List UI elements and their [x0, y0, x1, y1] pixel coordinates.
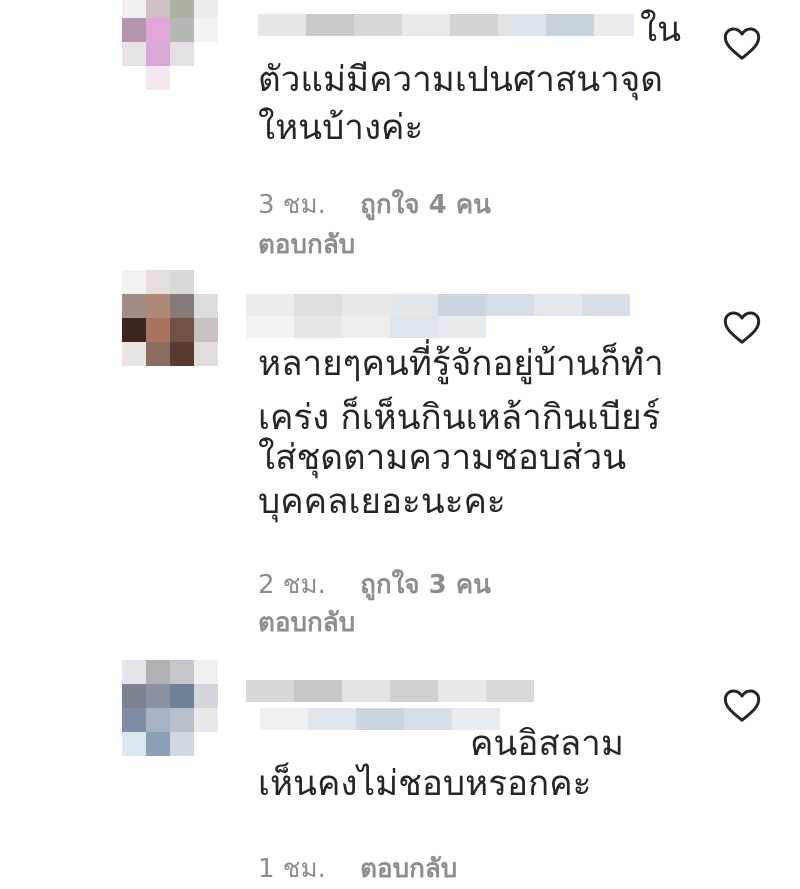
avatar-pixel — [122, 684, 146, 708]
avatar-pixel — [122, 42, 146, 66]
heart-icon[interactable] — [722, 686, 762, 726]
heart-icon[interactable] — [722, 308, 762, 348]
comment-text-line: เห็นคงไม่ชอบหรอกคะ — [258, 764, 592, 804]
avatar-pixel — [170, 708, 194, 732]
avatar-pixel — [194, 0, 218, 18]
avatar-pixel — [122, 342, 146, 366]
blurred-username[interactable] — [246, 680, 534, 702]
avatar-pixel — [194, 270, 218, 294]
avatar-pixel — [170, 732, 194, 756]
avatar-pixel — [146, 42, 170, 66]
avatar-pixel — [194, 708, 218, 732]
avatar-pixel — [146, 732, 170, 756]
avatar-pixel — [146, 342, 170, 366]
reply-button[interactable]: ตอบกลับ — [258, 602, 355, 643]
blurred-username[interactable] — [246, 294, 630, 316]
avatar-pixel — [146, 708, 170, 732]
comment-time: 2 ชม. — [258, 570, 326, 600]
comment-text-line: เคร่ง ก็เห็นกินเหล้ากินเบียร์ — [258, 398, 661, 438]
avatar-pixel — [194, 18, 218, 42]
heart-icon[interactable] — [722, 24, 762, 64]
comment-meta: 3 ชม. ถูกใจ 4 คน — [258, 184, 491, 225]
blurred-username[interactable] — [246, 316, 486, 338]
comment-text-line: ตัวแม่มีความเปนศาสนาจุด — [258, 60, 664, 100]
avatar-pixel — [194, 732, 218, 756]
comment-text-line: บุคคลเยอะนะคะ — [258, 482, 506, 522]
avatar-pixel — [170, 294, 194, 318]
avatar-pixel — [146, 270, 170, 294]
avatar-pixel — [122, 66, 146, 90]
avatar-pixel — [194, 66, 218, 90]
avatar-pixel — [122, 708, 146, 732]
avatar-pixel — [146, 0, 170, 18]
avatar-pixel — [170, 660, 194, 684]
comment-meta: 2 ชม. ถูกใจ 3 คน — [258, 564, 491, 605]
avatar-pixel — [194, 294, 218, 318]
avatar-pixel — [146, 684, 170, 708]
avatar-pixel — [194, 42, 218, 66]
avatar-pixel — [122, 294, 146, 318]
avatar-pixel — [194, 342, 218, 366]
comment-text-line: ใหนบ้างค่ะ — [258, 108, 424, 148]
avatar[interactable] — [122, 660, 218, 756]
comment-likes[interactable]: ถูกใจ 3 คน — [360, 570, 491, 600]
avatar[interactable] — [122, 0, 218, 90]
avatar-pixel — [170, 684, 194, 708]
comment-text-prefix: ใน — [640, 10, 682, 50]
avatar-pixel — [194, 660, 218, 684]
comment-time: 3 ชม. — [258, 190, 326, 220]
reply-button[interactable]: ตอบกลับ — [360, 854, 457, 884]
avatar-pixel — [122, 732, 146, 756]
avatar-pixel — [122, 0, 146, 18]
comment-likes[interactable]: ถูกใจ 4 คน — [360, 190, 491, 220]
avatar-pixel — [170, 342, 194, 366]
avatar-pixel — [122, 660, 146, 684]
comment-time: 1 ชม. — [258, 854, 326, 884]
avatar-pixel — [146, 66, 170, 90]
blurred-username[interactable] — [258, 14, 634, 36]
blurred-username[interactable] — [260, 708, 500, 730]
avatar-pixel — [122, 18, 146, 42]
avatar-pixel — [170, 0, 194, 18]
avatar-pixel — [170, 318, 194, 342]
avatar-pixel — [146, 318, 170, 342]
avatar-pixel — [170, 42, 194, 66]
comment-text-prefix: คนอิสลาม — [470, 724, 624, 764]
avatar-pixel — [122, 318, 146, 342]
avatar-pixel — [170, 270, 194, 294]
avatar-pixel — [170, 66, 194, 90]
comment-text-line: ใส่ชุดตามความชอบส่วน — [258, 438, 627, 478]
avatar-pixel — [122, 270, 146, 294]
avatar-pixel — [194, 318, 218, 342]
avatar-pixel — [146, 660, 170, 684]
reply-button[interactable]: ตอบกลับ — [258, 224, 355, 265]
avatar-pixel — [146, 294, 170, 318]
avatar-pixel — [170, 18, 194, 42]
avatar-pixel — [146, 18, 170, 42]
avatar[interactable] — [122, 270, 218, 366]
comment-text-line: หลายๆคนที่รู้จักอยู่บ้านก็ทำ — [258, 344, 664, 384]
avatar-pixel — [194, 684, 218, 708]
